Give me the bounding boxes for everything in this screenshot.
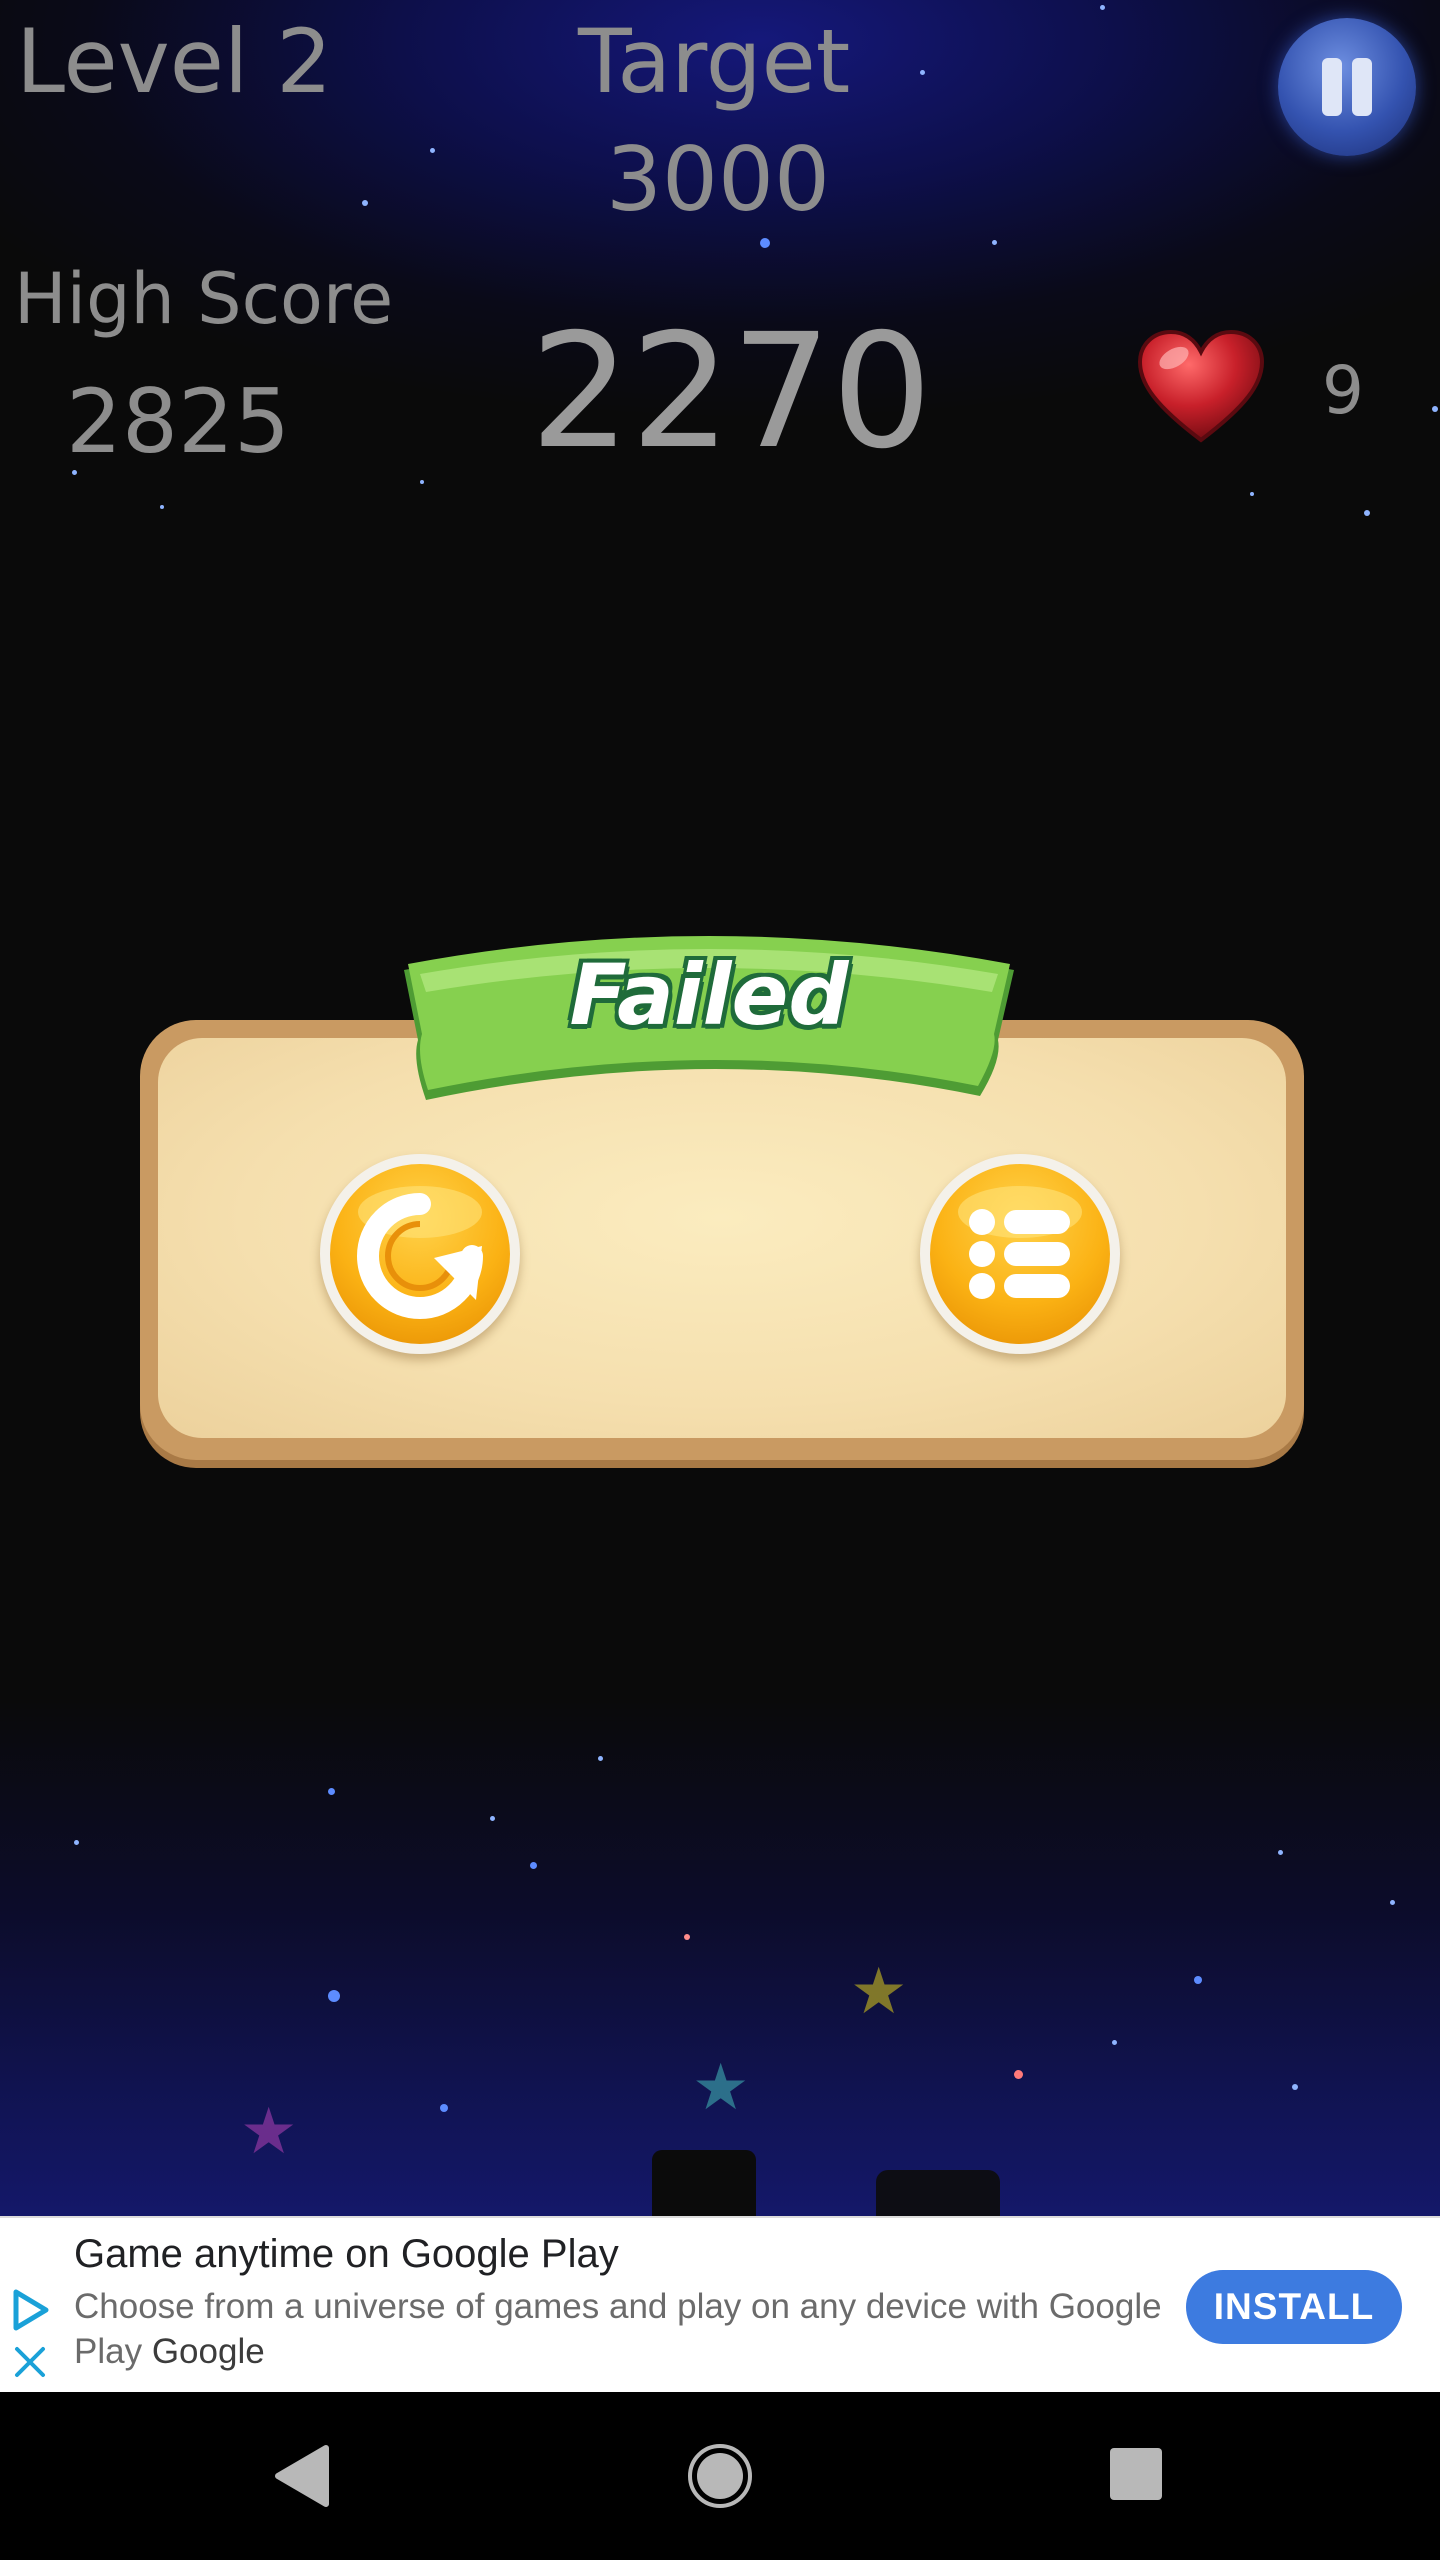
- olive-star-icon: ★: [850, 1955, 908, 2029]
- back-icon[interactable]: [270, 2442, 334, 2510]
- ad-banner[interactable]: Game anytime on Google Play Choose from …: [0, 2216, 1440, 2394]
- list-icon: [958, 1186, 1082, 1299]
- dialog-title: Failed: [569, 946, 849, 1044]
- target-value: 3000: [606, 128, 830, 231]
- current-score: 2270: [530, 300, 933, 484]
- retry-icon: [357, 1186, 483, 1319]
- high-score-label: High Score: [14, 258, 394, 340]
- game-block: [876, 2170, 1000, 2220]
- pause-button[interactable]: [1278, 18, 1416, 156]
- ad-body[interactable]: Choose from a universe of games and play…: [74, 2284, 1174, 2374]
- install-button[interactable]: INSTALL: [1186, 2270, 1402, 2344]
- game-block: [652, 2150, 756, 2220]
- purple-star-icon: ★: [240, 2095, 298, 2169]
- high-score-value: 2825: [66, 370, 290, 473]
- system-nav-bar: [0, 2392, 1440, 2560]
- home-icon[interactable]: [686, 2442, 754, 2510]
- google-play-icon[interactable]: [10, 2288, 50, 2332]
- target-label: Target: [578, 10, 851, 113]
- night-sky-bottom: [0, 1700, 1440, 2220]
- level-menu-button[interactable]: [920, 1154, 1120, 1354]
- close-icon[interactable]: [12, 2344, 48, 2380]
- level-label: Level 2: [16, 10, 333, 113]
- retry-button[interactable]: [320, 1154, 520, 1354]
- game-screen: Level 2 Target 3000 High Score 2825 2270…: [0, 0, 1440, 2560]
- ad-title[interactable]: Game anytime on Google Play: [74, 2232, 619, 2277]
- teal-star-icon: ★: [692, 2051, 750, 2125]
- recents-icon[interactable]: [1106, 2444, 1166, 2504]
- heart-icon: [1137, 329, 1265, 443]
- ad-brand: Google: [151, 2332, 265, 2371]
- lives-count: 9: [1322, 352, 1364, 429]
